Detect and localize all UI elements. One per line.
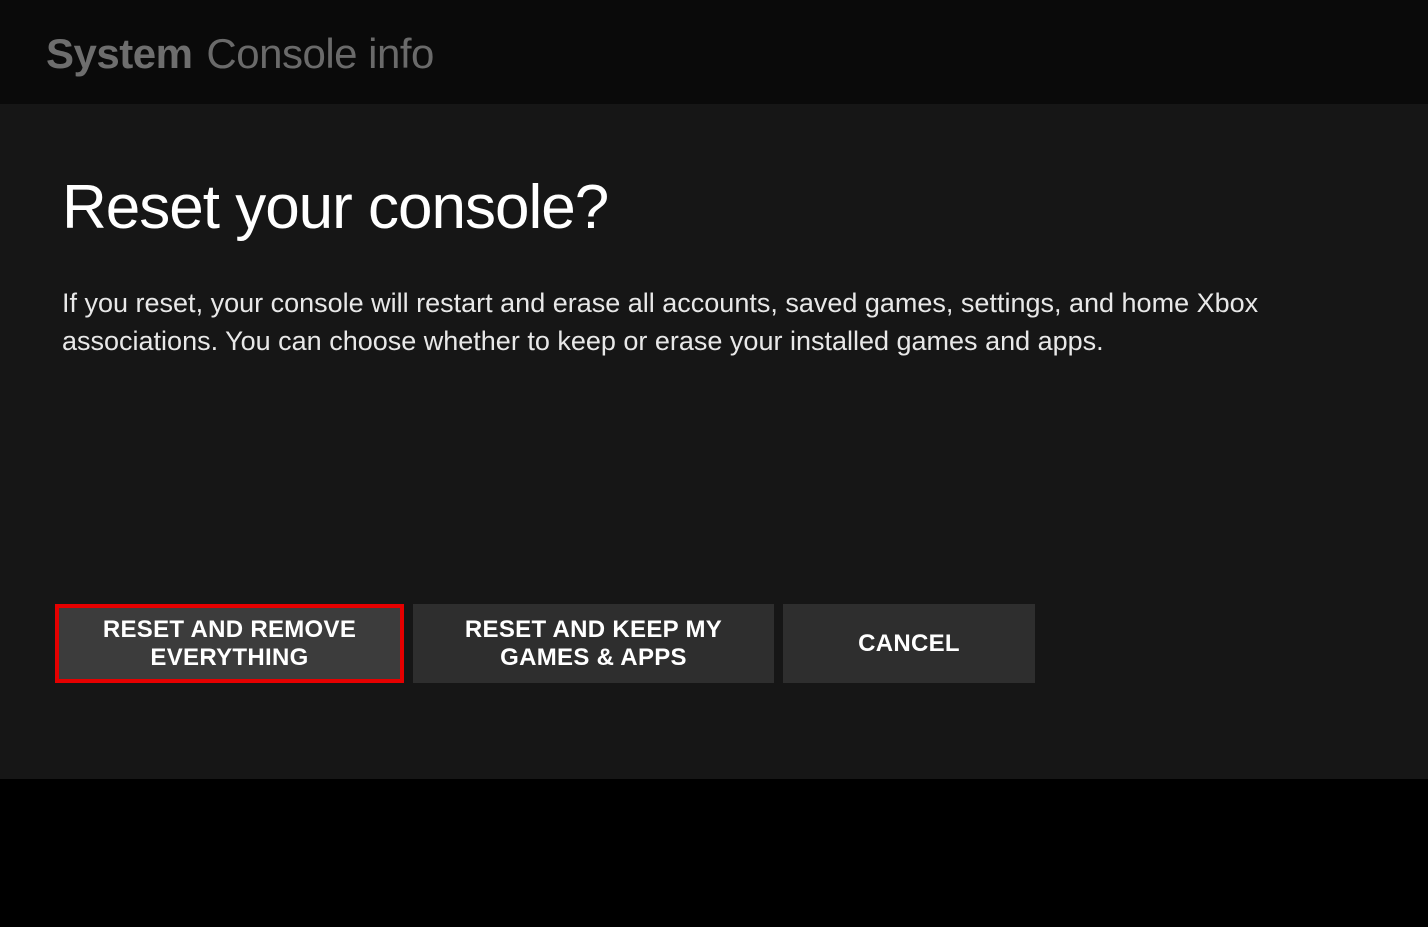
breadcrumb: System Console info bbox=[0, 0, 1428, 104]
reset-and-keep-games-apps-button[interactable]: RESET AND KEEP MY GAMES & APPS bbox=[413, 604, 774, 683]
breadcrumb-section: System bbox=[46, 30, 192, 78]
page-description: If you reset, your console will restart … bbox=[62, 285, 1322, 361]
main-content: Reset your console? If you reset, your c… bbox=[0, 104, 1428, 779]
breadcrumb-page: Console info bbox=[206, 30, 433, 78]
footer-area bbox=[0, 779, 1428, 927]
cancel-button[interactable]: CANCEL bbox=[783, 604, 1035, 683]
page-title: Reset your console? bbox=[62, 172, 1366, 243]
reset-and-remove-everything-button[interactable]: RESET AND REMOVE EVERYTHING bbox=[55, 604, 404, 683]
action-button-row: RESET AND REMOVE EVERYTHING RESET AND KE… bbox=[55, 604, 1035, 683]
